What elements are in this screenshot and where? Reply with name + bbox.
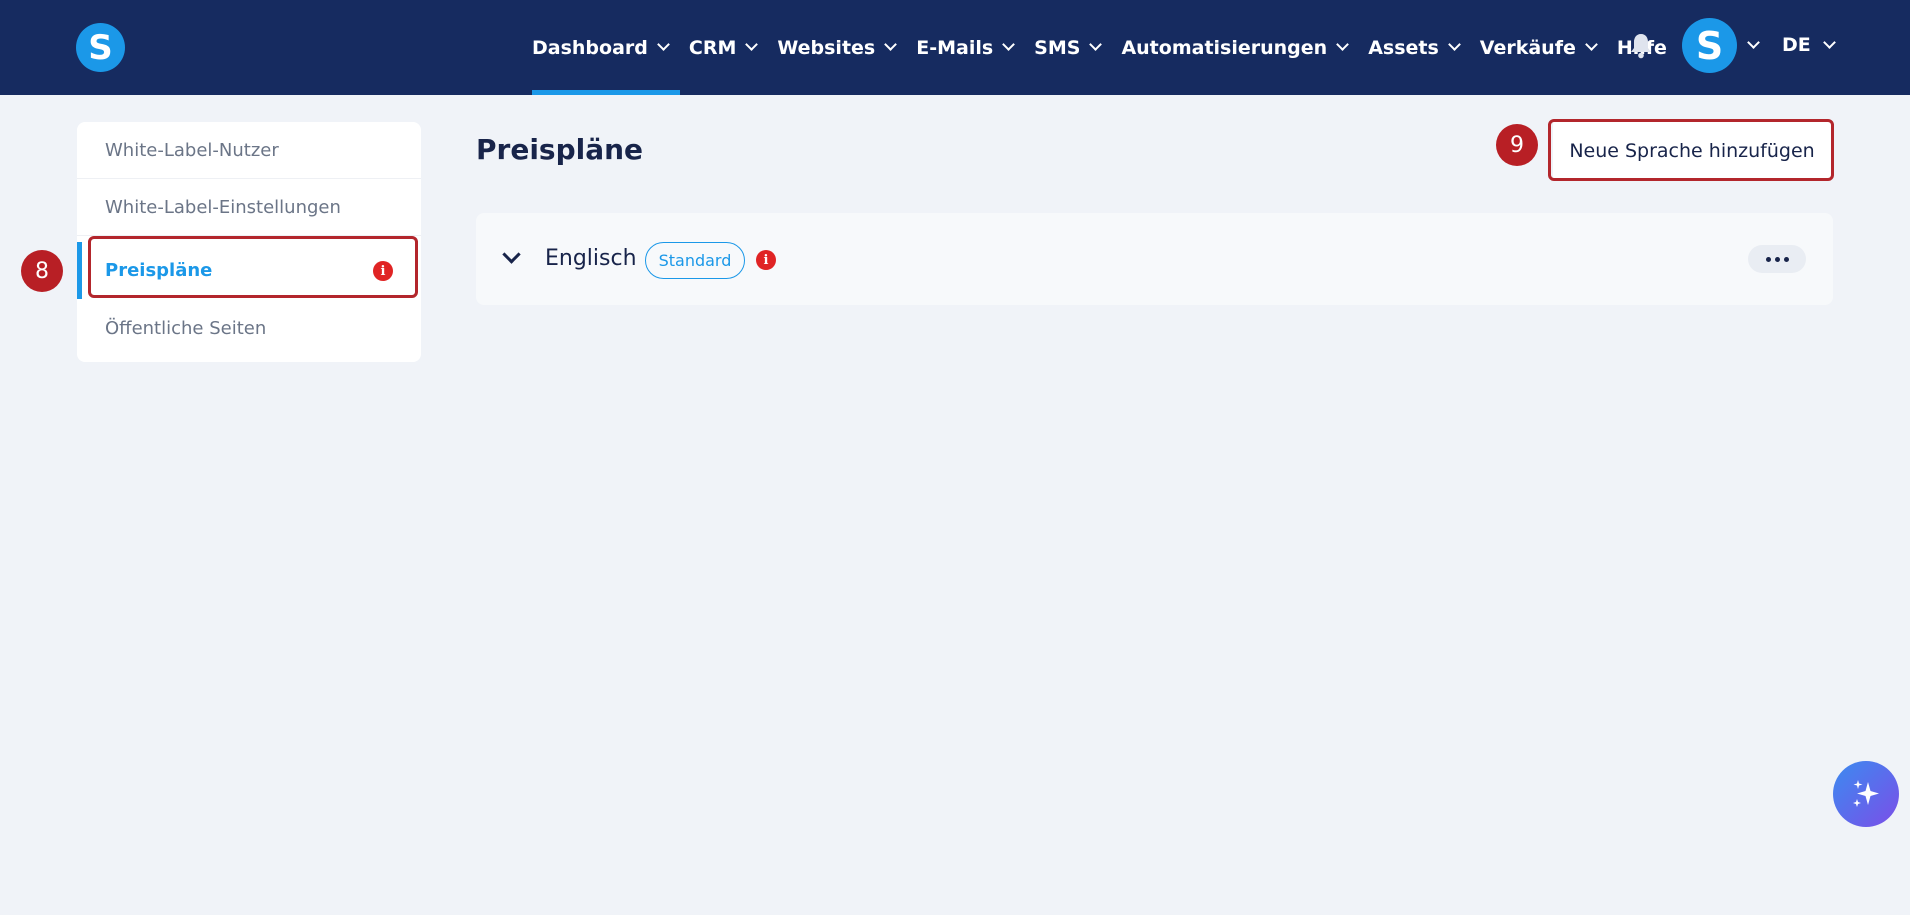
- active-indicator: [77, 242, 82, 299]
- nav-item-label: SMS: [1034, 36, 1081, 59]
- chevron-down-icon: [745, 38, 759, 51]
- sidebar-item-public-pages[interactable]: Öffentliche Seiten: [77, 300, 421, 357]
- nav-item-label: Assets: [1368, 36, 1439, 59]
- sidebar-item-label: White-Label-Einstellungen: [105, 196, 341, 218]
- highlight-box: [88, 236, 418, 298]
- more-options-button[interactable]: [1748, 245, 1806, 273]
- dot-icon: [1774, 256, 1780, 262]
- top-navigation-bar: S Dashboard CRM Websites E-Mails SMS Aut…: [0, 0, 1910, 95]
- chevron-down-icon: [1822, 35, 1836, 49]
- nav-item-label: Websites: [777, 36, 876, 59]
- brand-logo[interactable]: S: [76, 23, 125, 72]
- nav-item-emails[interactable]: E-Mails: [916, 0, 1016, 95]
- chevron-down-icon: [884, 38, 898, 51]
- nav-item-label: Verkäufe: [1479, 36, 1576, 59]
- nav-item-label: Automatisierungen: [1121, 36, 1328, 59]
- chevron-down-icon: [1336, 38, 1350, 51]
- sidebar-item-white-label-users[interactable]: White-Label-Nutzer: [77, 122, 421, 179]
- ai-assistant-button[interactable]: [1833, 761, 1899, 827]
- nav-item-assets[interactable]: Assets: [1368, 0, 1461, 95]
- nav-item-sales[interactable]: Verkäufe: [1479, 0, 1598, 95]
- nav-item-dashboard[interactable]: Dashboard: [532, 0, 680, 95]
- default-badge: Standard: [645, 242, 745, 279]
- chevron-down-icon: [657, 38, 670, 51]
- language-switcher[interactable]: DE: [1782, 0, 1836, 90]
- main-nav: Dashboard CRM Websites E-Mails SMS Autom…: [532, 0, 1688, 95]
- nav-item-label: E-Mails: [916, 36, 994, 59]
- dot-icon: [1783, 256, 1789, 262]
- step-badge: 8: [21, 250, 63, 292]
- sidebar-item-label: White-Label-Nutzer: [105, 139, 279, 161]
- step-badge: 9: [1496, 124, 1538, 166]
- nav-item-crm[interactable]: CRM: [688, 0, 759, 95]
- chevron-down-icon: [1584, 38, 1598, 51]
- chevron-down-icon: [1002, 38, 1016, 51]
- user-avatar[interactable]: S: [1682, 18, 1737, 73]
- bell-icon[interactable]: [1630, 33, 1652, 59]
- sparkle-icon: [1853, 780, 1879, 807]
- chevron-down-icon[interactable]: [1747, 36, 1760, 49]
- sidebar-item-label: Öffentliche Seiten: [105, 318, 267, 339]
- nav-item-automations[interactable]: Automatisierungen: [1121, 0, 1350, 95]
- chevron-down-icon: [1447, 38, 1461, 51]
- page-title: Preispläne: [476, 133, 644, 166]
- nav-item-label: CRM: [688, 36, 737, 59]
- highlight-box: [1548, 119, 1834, 181]
- nav-item-websites[interactable]: Websites: [777, 0, 898, 95]
- nav-item-sms[interactable]: SMS: [1034, 0, 1103, 95]
- language-name: Englisch: [545, 246, 637, 271]
- chevron-down-icon: [1089, 38, 1103, 51]
- info-icon: i: [756, 250, 776, 270]
- nav-item-label: Dashboard: [532, 36, 648, 59]
- language-label: DE: [1782, 34, 1811, 56]
- dot-icon: [1765, 256, 1771, 262]
- sidebar-item-white-label-settings[interactable]: White-Label-Einstellungen: [77, 179, 421, 236]
